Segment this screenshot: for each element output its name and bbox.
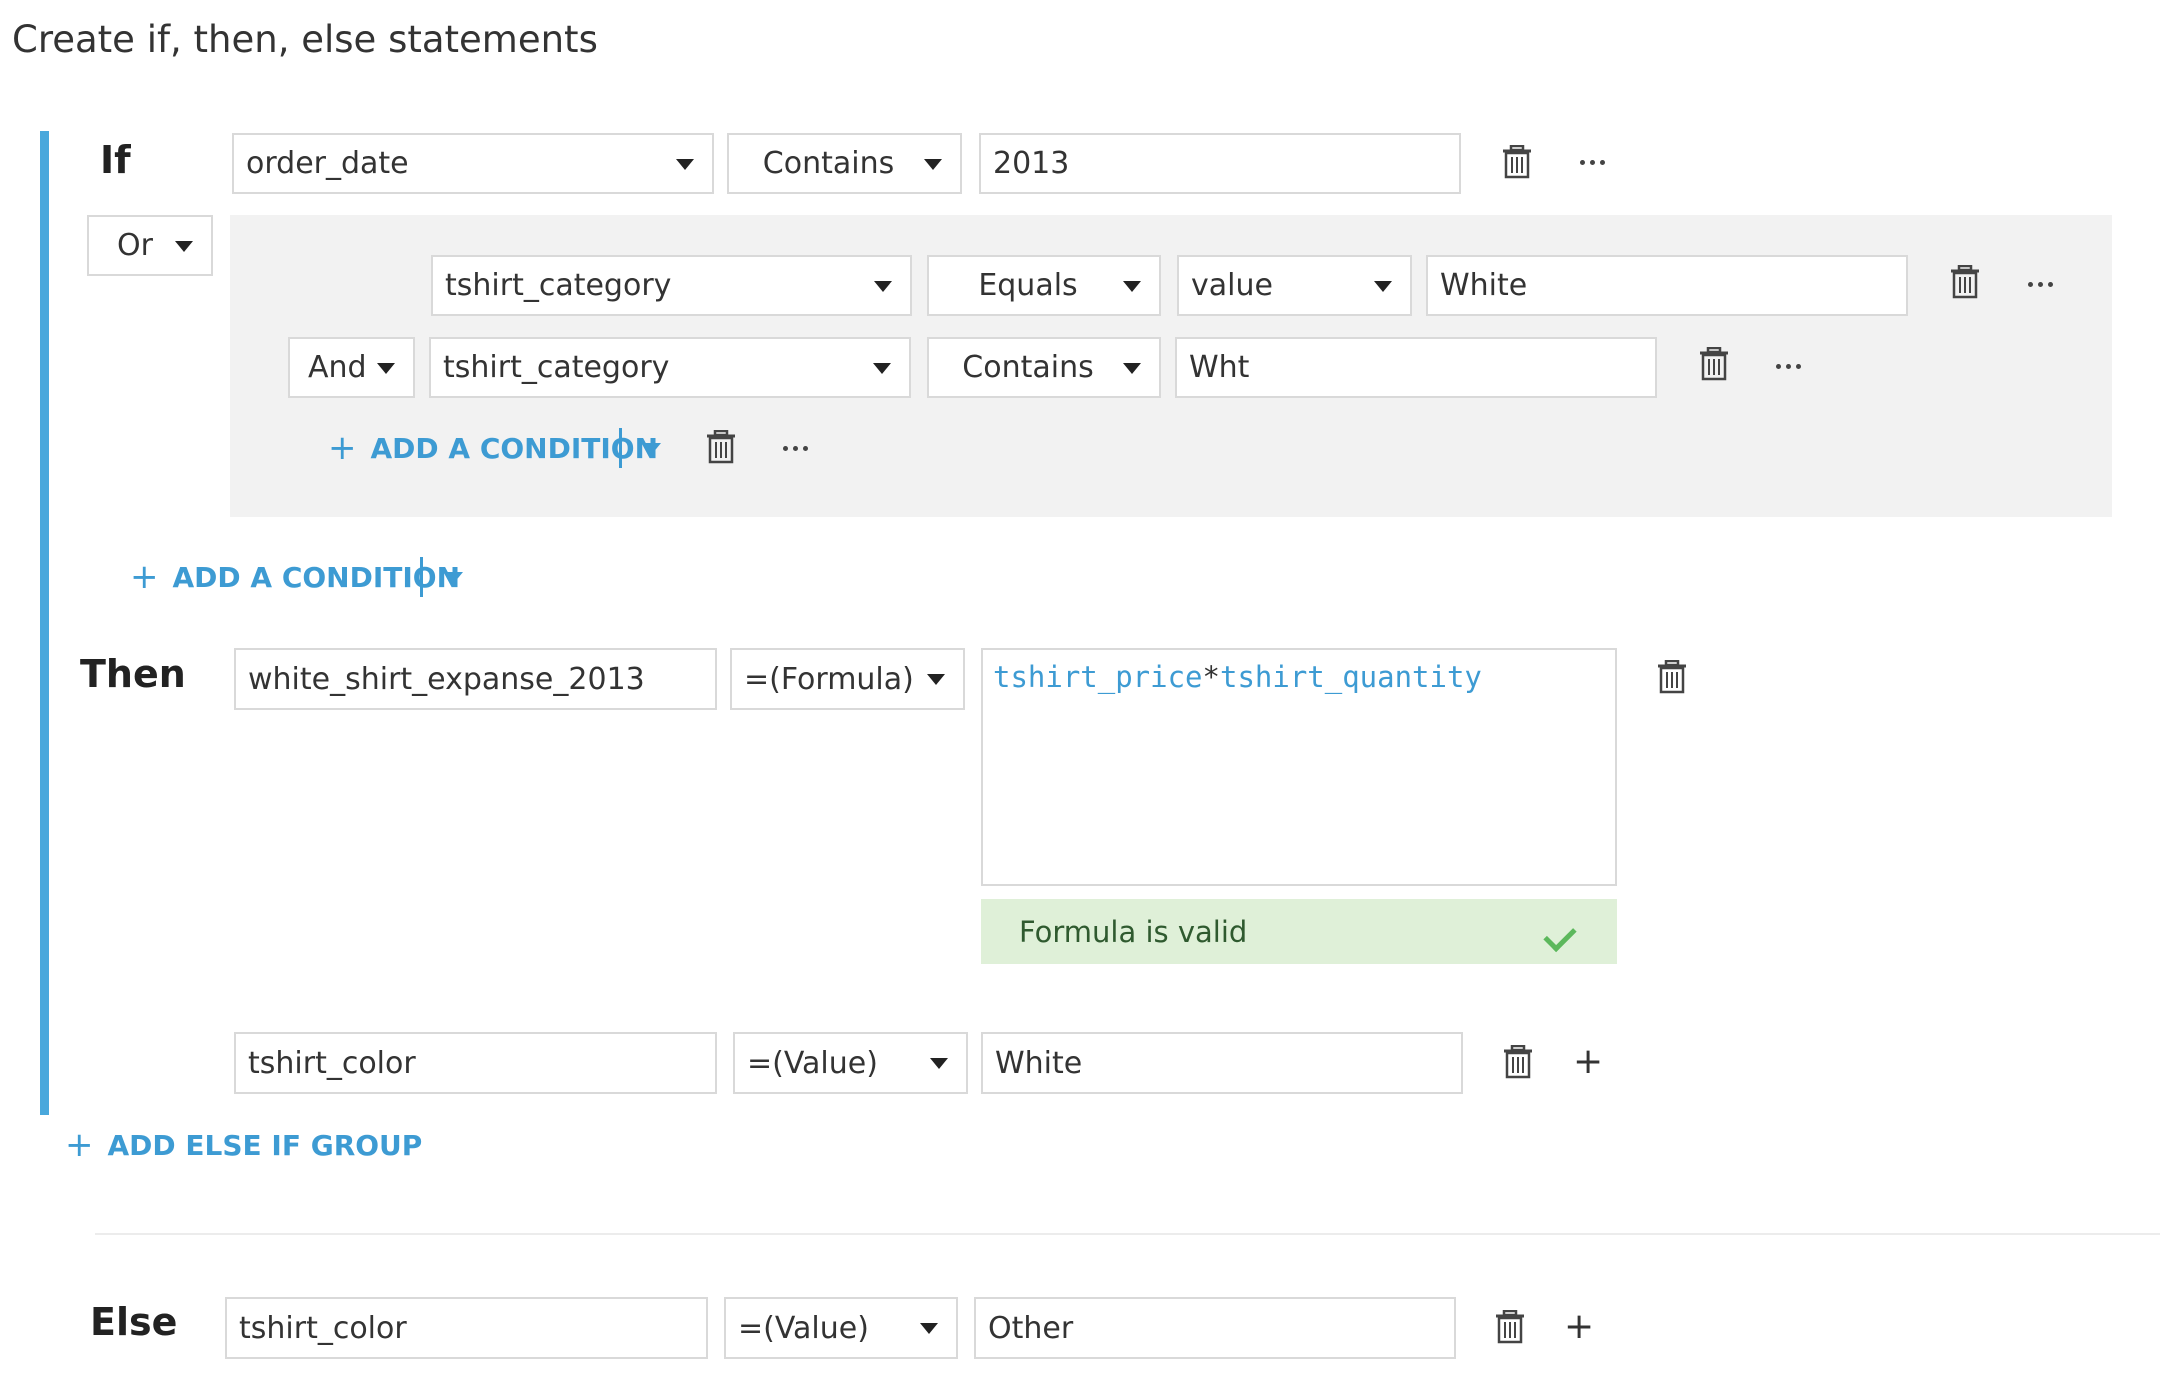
then-action1-mode-select[interactable]: =(Formula) xyxy=(730,648,965,710)
if-label: If xyxy=(100,138,131,182)
else-value-input[interactable]: Other xyxy=(974,1297,1456,1359)
then-action2-value-text: White xyxy=(995,1045,1083,1081)
sub-cond1-column-select[interactable]: tshirt_category xyxy=(431,255,912,316)
then-action2-column-text: tshirt_color xyxy=(248,1045,416,1081)
chevron-down-icon xyxy=(175,240,193,252)
sub-cond2-operator-select[interactable]: Contains xyxy=(927,337,1161,398)
chevron-down-icon xyxy=(1374,280,1392,292)
sub-cond1-value-text: White xyxy=(1440,268,1528,303)
then-action2-value-input[interactable]: White xyxy=(981,1032,1463,1094)
divider xyxy=(619,428,622,468)
else-column-input[interactable]: tshirt_color xyxy=(225,1297,708,1359)
chevron-down-icon xyxy=(930,1058,948,1069)
trash-icon-svg xyxy=(1951,264,1979,299)
chevron-down-icon xyxy=(873,362,891,374)
trash-icon[interactable] xyxy=(706,429,736,468)
trash-icon[interactable] xyxy=(1502,144,1532,183)
plus-icon: + xyxy=(328,428,357,468)
trash-icon[interactable] xyxy=(1699,346,1729,385)
chevron-down-icon xyxy=(1123,280,1141,292)
more-options-icon[interactable] xyxy=(2028,282,2053,287)
chevron-down-icon xyxy=(1123,362,1141,374)
sub-cond2-logic-select[interactable]: And xyxy=(288,337,415,398)
else-mode-value: =(Value) xyxy=(738,1310,869,1346)
formula-token-b: tshirt_quantity xyxy=(1219,660,1482,694)
sub-cond2-operator-value: Contains xyxy=(962,350,1094,385)
trash-icon[interactable] xyxy=(1950,264,1980,303)
if-column-value: order_date xyxy=(246,146,409,181)
sub-cond1-value-input[interactable]: White xyxy=(1426,255,1908,316)
plus-icon: + xyxy=(65,1125,94,1165)
sub-cond2-value-text: Wht xyxy=(1189,350,1250,385)
chevron-down-icon[interactable] xyxy=(643,443,661,454)
add-condition-label: ADD A CONDITION xyxy=(172,560,461,594)
formula-valid-message: Formula is valid xyxy=(981,899,1617,964)
group-indicator-bar xyxy=(40,131,49,1115)
trash-icon[interactable] xyxy=(1495,1309,1525,1348)
then-action2-mode-select[interactable]: =(Value) xyxy=(733,1032,968,1094)
trash-icon[interactable] xyxy=(1503,1044,1533,1083)
chevron-down-icon xyxy=(874,280,892,292)
add-condition-button[interactable]: + ADD A CONDITION xyxy=(130,557,460,597)
trash-icon-svg xyxy=(1503,144,1531,179)
section-divider xyxy=(95,1233,2160,1235)
then-label: Then xyxy=(80,652,186,696)
plus-icon: + xyxy=(130,557,159,597)
chevron-down-icon xyxy=(377,362,395,374)
chevron-down-icon xyxy=(924,158,942,170)
if-column-select[interactable]: order_date xyxy=(232,133,714,194)
if-operator-select[interactable]: Contains xyxy=(727,133,962,194)
subgroup-add-condition-button[interactable]: + ADD A CONDITION xyxy=(328,428,658,468)
sub-cond2-value-input[interactable]: Wht xyxy=(1175,337,1657,398)
sub-cond2-column-value: tshirt_category xyxy=(443,350,670,385)
chevron-down-icon xyxy=(927,674,945,685)
if-value-text: 2013 xyxy=(993,146,1070,181)
sub-cond1-column-value: tshirt_category xyxy=(445,268,672,303)
formula-token-a: tshirt_price xyxy=(993,660,1203,694)
else-column-text: tshirt_color xyxy=(239,1310,407,1346)
trash-icon-svg xyxy=(1658,659,1686,694)
sub-cond1-value-type: value xyxy=(1191,268,1273,303)
trash-icon-svg xyxy=(1504,1044,1532,1079)
sub-cond1-operator-select[interactable]: Equals xyxy=(927,255,1161,316)
subgroup-add-condition-label: ADD A CONDITION xyxy=(370,431,659,465)
if-logic-operator-select[interactable]: Or xyxy=(87,215,213,276)
if-value-input[interactable]: 2013 xyxy=(979,133,1461,194)
then-action1-mode-value: =(Formula) xyxy=(744,661,914,697)
sub-cond1-operator-value: Equals xyxy=(978,268,1078,303)
trash-icon[interactable] xyxy=(1657,659,1687,698)
check-icon xyxy=(1543,918,1577,953)
then-action1-column-text: white_shirt_expanse_2013 xyxy=(248,661,645,697)
add-else-if-group-label: ADD ELSE IF GROUP xyxy=(107,1128,423,1162)
add-else-action-plus-icon[interactable]: + xyxy=(1564,1309,1594,1345)
sub-cond2-logic-value: And xyxy=(308,350,367,385)
else-label: Else xyxy=(90,1300,178,1344)
more-options-icon[interactable] xyxy=(1776,364,1801,369)
then-action2-mode-value: =(Value) xyxy=(747,1045,878,1081)
then-action2-column-input[interactable]: tshirt_color xyxy=(234,1032,717,1094)
formula-valid-text: Formula is valid xyxy=(1019,914,1248,949)
add-else-if-group-button[interactable]: + ADD ELSE IF GROUP xyxy=(65,1125,422,1165)
else-mode-select[interactable]: =(Value) xyxy=(724,1297,958,1359)
sub-cond1-value-type-select[interactable]: value xyxy=(1177,255,1412,316)
trash-icon-svg xyxy=(1700,346,1728,381)
page-title: Create if, then, else statements xyxy=(12,18,598,61)
sub-cond2-column-select[interactable]: tshirt_category xyxy=(429,337,911,398)
if-operator-value: Contains xyxy=(762,146,895,181)
more-options-icon[interactable] xyxy=(783,446,808,451)
add-action-plus-icon[interactable]: + xyxy=(1573,1044,1603,1080)
then-action1-column-input[interactable]: white_shirt_expanse_2013 xyxy=(234,648,717,710)
trash-icon-svg xyxy=(1496,1309,1524,1344)
chevron-down-icon xyxy=(920,1323,938,1334)
chevron-down-icon xyxy=(676,158,694,170)
if-logic-operator-value: Or xyxy=(117,228,153,263)
else-value-text: Other xyxy=(988,1310,1074,1346)
trash-icon-svg xyxy=(707,429,735,464)
formula-editor[interactable]: tshirt_price*tshirt_quantity xyxy=(981,648,1617,886)
more-options-icon[interactable] xyxy=(1580,160,1605,165)
formula-operator: * xyxy=(1202,660,1220,694)
chevron-down-icon[interactable] xyxy=(445,572,463,583)
divider xyxy=(420,557,423,597)
